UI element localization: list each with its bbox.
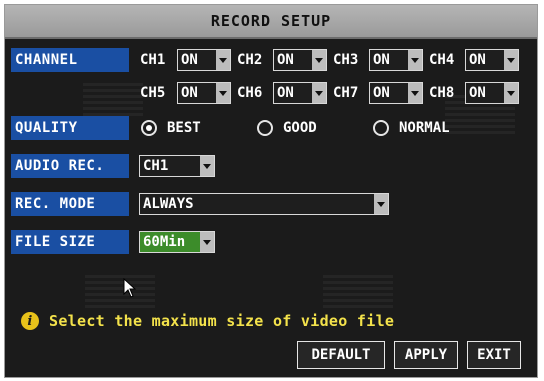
page-title: RECORD SETUP: [210, 12, 332, 30]
channel-ch5-value: ON: [181, 85, 198, 101]
channel-name-ch1: CH1: [140, 52, 166, 68]
channel-ch7-value: ON: [373, 85, 390, 101]
chevron-down-icon: [200, 156, 214, 176]
channel-name-ch6: CH6: [237, 85, 263, 101]
chevron-down-icon: [216, 50, 230, 70]
info-icon: i: [21, 312, 39, 330]
tip-text: Select the maximum size of video file: [49, 312, 395, 330]
channel-ch3-select[interactable]: ON: [369, 49, 423, 71]
channel-ch8-select[interactable]: ON: [465, 82, 519, 104]
channel-name-ch7: CH7: [333, 85, 359, 101]
channel-name-ch2: CH2: [237, 52, 263, 68]
file-size-select[interactable]: 60Min: [139, 231, 215, 253]
chevron-down-icon: [216, 83, 230, 103]
chevron-down-icon: [504, 50, 518, 70]
chevron-down-icon: [408, 83, 422, 103]
channel-ch4-value: ON: [469, 52, 486, 68]
rec-mode-select[interactable]: ALWAYS: [139, 193, 389, 215]
quality-best-radio[interactable]: [141, 120, 157, 136]
quality-good-label: GOOD: [283, 120, 317, 136]
audio-rec-select[interactable]: CH1: [139, 155, 215, 177]
channel-ch8-value: ON: [469, 85, 486, 101]
file-size-label: FILE SIZE: [11, 230, 129, 254]
quality-label: QUALITY: [11, 116, 129, 140]
chevron-down-icon: [374, 194, 388, 214]
exit-button[interactable]: EXIT: [467, 341, 521, 369]
chevron-down-icon: [312, 50, 326, 70]
chevron-down-icon: [312, 83, 326, 103]
channel-ch7-select[interactable]: ON: [369, 82, 423, 104]
channel-ch6-value: ON: [277, 85, 294, 101]
tip-bar: i Select the maximum size of video file: [21, 312, 394, 330]
channel-name-ch5: CH5: [140, 85, 166, 101]
quality-good-radio[interactable]: [257, 120, 273, 136]
default-button[interactable]: DEFAULT: [297, 341, 385, 369]
channel-ch1-value: ON: [181, 52, 198, 68]
channel-ch2-select[interactable]: ON: [273, 49, 327, 71]
chevron-down-icon: [200, 232, 214, 252]
background-texture: [85, 275, 155, 309]
apply-button[interactable]: APPLY: [394, 341, 458, 369]
channel-ch4-select[interactable]: ON: [465, 49, 519, 71]
quality-best-label: BEST: [167, 120, 201, 136]
background-texture: [83, 83, 143, 119]
channel-ch1-select[interactable]: ON: [177, 49, 231, 71]
audio-rec-label: AUDIO REC.: [11, 154, 129, 178]
chevron-down-icon: [408, 50, 422, 70]
record-setup-window: RECORD SETUP CHANNEL CH1 ON CH2 ON CH3 O…: [4, 4, 538, 378]
title-bar: RECORD SETUP: [5, 5, 537, 39]
file-size-value: 60Min: [143, 234, 186, 250]
mouse-cursor-icon: [123, 278, 137, 298]
quality-normal-label: NORMAL: [399, 120, 450, 136]
rec-mode-value: ALWAYS: [143, 196, 194, 212]
rec-mode-label: REC. MODE: [11, 192, 129, 216]
audio-rec-value: CH1: [143, 158, 169, 174]
channel-name-ch3: CH3: [333, 52, 359, 68]
channel-label: CHANNEL: [11, 48, 129, 72]
channel-ch6-select[interactable]: ON: [273, 82, 327, 104]
chevron-down-icon: [504, 83, 518, 103]
quality-normal-radio[interactable]: [373, 120, 389, 136]
channel-ch2-value: ON: [277, 52, 294, 68]
channel-ch3-value: ON: [373, 52, 390, 68]
channel-ch5-select[interactable]: ON: [177, 82, 231, 104]
background-texture: [323, 275, 393, 309]
channel-name-ch4: CH4: [429, 52, 455, 68]
channel-name-ch8: CH8: [429, 85, 455, 101]
